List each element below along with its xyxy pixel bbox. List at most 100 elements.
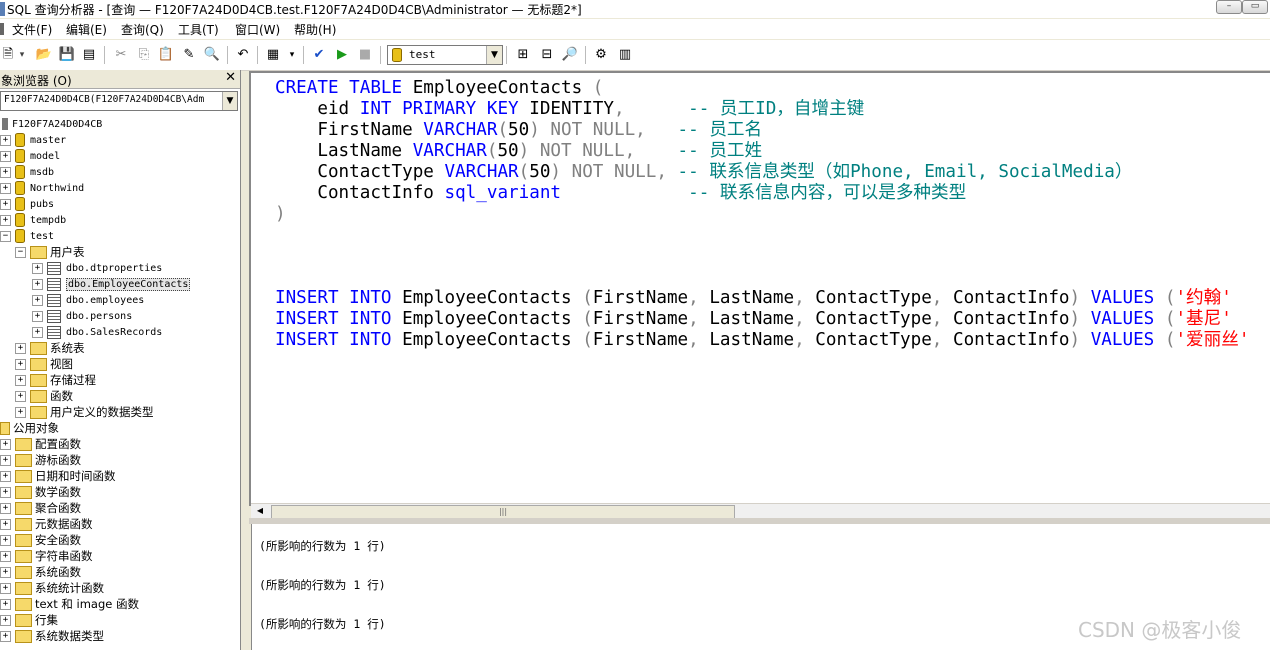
expand-icon[interactable]: + <box>0 598 11 610</box>
minimize-button[interactable]: – <box>1216 0 1242 14</box>
menu-tools[interactable]: 工具(T) <box>178 21 219 38</box>
tree-folder-procedures[interactable]: + 存储过程 <box>15 372 96 388</box>
tree-common-folder[interactable]: + 聚合函数 <box>0 500 81 516</box>
expand-icon[interactable]: + <box>15 358 26 370</box>
tree-common-folder[interactable]: + 日期和时间函数 <box>0 468 116 484</box>
tree-common-folder[interactable]: + 字符串函数 <box>0 548 93 564</box>
tree-common-folder[interactable]: + 配置函数 <box>0 436 81 452</box>
collapse-icon[interactable]: − <box>15 246 26 258</box>
results-mode-dropdown-icon[interactable]: ▾ <box>284 47 300 63</box>
expand-icon[interactable]: + <box>0 150 11 162</box>
tree-folder-udt[interactable]: + 用户定义的数据类型 <box>15 404 154 420</box>
database-select[interactable]: test ▼ <box>387 45 503 65</box>
object-browser-icon[interactable]: ⊞ <box>515 47 531 63</box>
expand-icon[interactable]: + <box>0 550 11 562</box>
expand-icon[interactable]: + <box>0 134 11 146</box>
object-search-icon[interactable]: ⊟ <box>539 47 555 63</box>
chevron-down-icon[interactable]: ▼ <box>222 92 237 110</box>
tree-folder-views[interactable]: + 视图 <box>15 356 73 372</box>
expand-icon[interactable]: + <box>0 214 11 226</box>
menu-help[interactable]: 帮助(H) <box>294 21 336 38</box>
tree-common-folder[interactable]: + 行集 <box>0 612 58 628</box>
expand-icon[interactable]: + <box>32 294 43 306</box>
expand-icon[interactable]: + <box>15 342 26 354</box>
tree-common-folder[interactable]: + text 和 image 函数 <box>0 596 139 612</box>
copy-icon[interactable]: ⎘ <box>136 47 152 63</box>
tree-common-folder[interactable]: + 安全函数 <box>0 532 81 548</box>
expand-icon[interactable]: + <box>0 582 11 594</box>
expand-icon[interactable]: + <box>0 454 11 466</box>
expand-icon[interactable]: + <box>0 534 11 546</box>
tree-common-folder[interactable]: + 系统函数 <box>0 564 81 580</box>
options-icon[interactable]: ⚙ <box>593 47 609 63</box>
tree-common-folder[interactable]: + 系统统计函数 <box>0 580 104 596</box>
expand-icon[interactable]: + <box>32 326 43 338</box>
expand-icon[interactable]: + <box>15 390 26 402</box>
grid-icon[interactable]: ▥ <box>617 47 633 63</box>
expand-icon[interactable]: + <box>32 262 43 274</box>
parse-check-icon[interactable]: ✔ <box>311 47 327 63</box>
server-combo[interactable]: F120F7A24D0D4CB(F120F7A24D0D4CB\Adm ▼ <box>0 91 238 111</box>
tree-db-northwind[interactable]: + Northwind <box>0 180 84 196</box>
chevron-down-icon[interactable]: ▼ <box>486 46 502 64</box>
cut-icon[interactable]: ✂ <box>113 47 129 63</box>
expand-icon[interactable]: + <box>32 278 43 290</box>
execute-icon[interactable]: ▶ <box>334 47 350 63</box>
expand-icon[interactable]: + <box>0 438 11 450</box>
expand-icon[interactable]: + <box>0 566 11 578</box>
tree-db-master[interactable]: + master <box>0 132 66 148</box>
sql-editor[interactable]: CREATE TABLE EmployeeContacts ( eid INT … <box>249 71 1270 506</box>
clear-window-icon[interactable]: ✎ <box>181 47 197 63</box>
plan-icon[interactable]: 🔎 <box>562 47 578 63</box>
expand-icon[interactable]: + <box>0 518 11 530</box>
tree-db-pubs[interactable]: + pubs <box>0 196 54 212</box>
expand-icon[interactable]: + <box>0 470 11 482</box>
open-file-icon[interactable]: 📂 <box>36 47 52 63</box>
save-icon[interactable]: 💾 <box>59 47 75 63</box>
menu-edit[interactable]: 编辑(E) <box>66 21 107 38</box>
paste-icon[interactable]: 📋 <box>158 47 174 63</box>
stop-icon[interactable]: ■ <box>357 47 373 63</box>
tree-folder-functions[interactable]: + 函数 <box>15 388 73 404</box>
find-icon[interactable]: 🔍 <box>204 47 220 63</box>
menu-window[interactable]: 窗口(W) <box>235 21 280 38</box>
results-mode-icon[interactable]: ▦ <box>265 47 281 63</box>
tree-table-dtproperties[interactable]: + dbo.dtproperties <box>32 260 162 276</box>
tree-db-test[interactable]: − test <box>0 228 54 244</box>
tree-folder-user-tables[interactable]: − 用户表 <box>15 244 85 260</box>
tree-common-folder[interactable]: + 游标函数 <box>0 452 81 468</box>
new-query-dropdown-icon[interactable]: ▾ <box>14 47 30 63</box>
scroll-thumb[interactable]: ||| <box>271 505 735 519</box>
collapse-icon[interactable]: − <box>0 230 11 242</box>
tree-table-employees[interactable]: + dbo.employees <box>32 292 144 308</box>
tree-common-objects[interactable]: 公用对象 <box>0 420 59 436</box>
tree-db-tempdb[interactable]: + tempdb <box>0 212 66 228</box>
expand-icon[interactable]: + <box>0 502 11 514</box>
tree-server[interactable]: F120F7A24D0D4CB <box>2 116 102 132</box>
tree-db-msdb[interactable]: + msdb <box>0 164 54 180</box>
expand-icon[interactable]: + <box>0 166 11 178</box>
expand-icon[interactable]: + <box>0 486 11 498</box>
undo-icon[interactable]: ↶ <box>235 47 251 63</box>
expand-icon[interactable]: + <box>0 630 11 642</box>
tree-table-persons[interactable]: + dbo.persons <box>32 308 132 324</box>
horizontal-scrollbar[interactable]: ◀ ||| <box>251 503 1270 519</box>
tree-common-folder[interactable]: + 系统数据类型 <box>0 628 104 644</box>
tree-common-folder[interactable]: + 数学函数 <box>0 484 81 500</box>
tree-common-folder[interactable]: + 元数据函数 <box>0 516 93 532</box>
expand-icon[interactable]: + <box>32 310 43 322</box>
expand-icon[interactable]: + <box>0 614 11 626</box>
tree-table-salesrecords[interactable]: + dbo.SalesRecords <box>32 324 162 340</box>
close-icon[interactable]: ✕ <box>225 70 236 85</box>
tree-db-model[interactable]: + model <box>0 148 60 164</box>
menu-file[interactable]: 文件(F) <box>12 21 52 38</box>
expand-icon[interactable]: + <box>15 374 26 386</box>
expand-icon[interactable]: + <box>0 182 11 194</box>
tree-folder-system-tables[interactable]: + 系统表 <box>15 340 85 356</box>
menu-query[interactable]: 查询(Q) <box>121 21 164 38</box>
tree-table-employeecontacts[interactable]: + dbo.EmployeeContacts <box>32 276 191 292</box>
load-script-icon[interactable]: ▤ <box>81 47 97 63</box>
restore-button[interactable]: ▭ <box>1242 0 1268 14</box>
scroll-left-icon[interactable]: ◀ <box>253 504 267 518</box>
expand-icon[interactable]: + <box>15 406 26 418</box>
